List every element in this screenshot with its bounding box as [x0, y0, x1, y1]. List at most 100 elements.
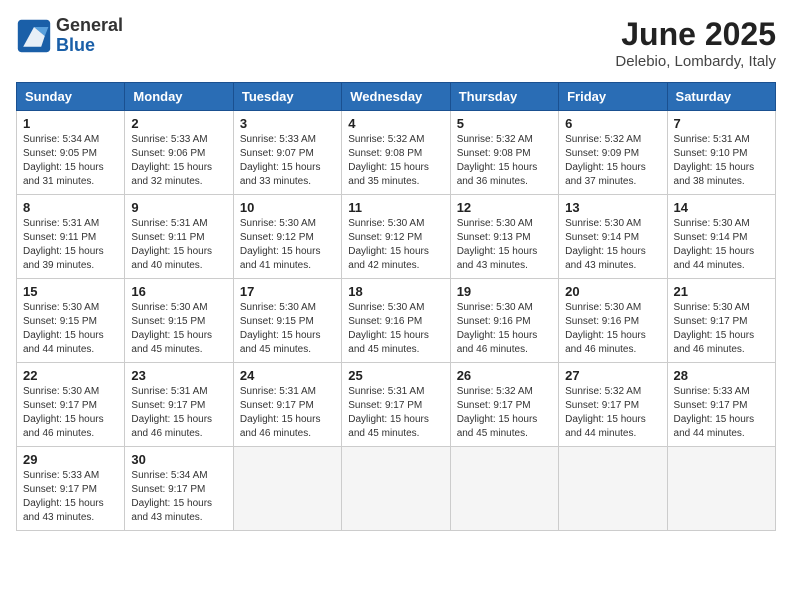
day-info: Sunrise: 5:31 AMSunset: 9:17 PMDaylight:…: [348, 385, 443, 441]
day-info: Sunrise: 5:30 AMSunset: 9:12 PMDaylight:…: [240, 217, 335, 273]
day-number: 28: [674, 368, 769, 383]
table-row: 25 Sunrise: 5:31 AMSunset: 9:17 PMDayligh…: [342, 363, 450, 447]
day-info: Sunrise: 5:30 AMSunset: 9:14 PMDaylight:…: [674, 217, 769, 273]
calendar-row: 29Sunrise: 5:33 AMSunset: 9:17 PMDayligh…: [17, 447, 776, 531]
day-info: Sunrise: 5:30 AMSunset: 9:13 PMDaylight:…: [457, 217, 552, 273]
header-saturday: Saturday: [667, 83, 775, 111]
table-row: 10Sunrise: 5:30 AMSunset: 9:12 PMDayligh…: [233, 195, 341, 279]
location-text: Delebio, Lombardy, Italy: [615, 53, 776, 70]
day-info: Sunrise: 5:30 AMSunset: 9:16 PMDaylight:…: [565, 301, 660, 357]
table-row: 19 Sunrise: 5:30 AMSunset: 9:16 PMDayligh…: [450, 279, 558, 363]
table-row: 2 Sunrise: 5:33 AMSunset: 9:06 PMDaylight…: [125, 111, 233, 195]
days-header-row: Sunday Monday Tuesday Wednesday Thursday…: [17, 83, 776, 111]
header-sunday: Sunday: [17, 83, 125, 111]
day-info: Sunrise: 5:30 AMSunset: 9:14 PMDaylight:…: [565, 217, 660, 273]
day-info: Sunrise: 5:32 AMSunset: 9:09 PMDaylight:…: [565, 133, 660, 189]
table-row: 17 Sunrise: 5:30 AMSunset: 9:15 PMDayligh…: [233, 279, 341, 363]
day-info: Sunrise: 5:30 AMSunset: 9:15 PMDaylight:…: [23, 301, 118, 357]
table-row: [233, 447, 341, 531]
table-row: [450, 447, 558, 531]
day-info: Sunrise: 5:32 AMSunset: 9:08 PMDaylight:…: [348, 133, 443, 189]
calendar-table: Sunday Monday Tuesday Wednesday Thursday…: [16, 82, 776, 531]
day-info: Sunrise: 5:32 AMSunset: 9:17 PMDaylight:…: [565, 385, 660, 441]
day-info: Sunrise: 5:31 AMSunset: 9:17 PMDaylight:…: [131, 385, 226, 441]
day-number: 16: [131, 284, 226, 299]
day-number: 2: [131, 116, 226, 131]
month-title: June 2025: [615, 16, 776, 53]
day-number: 17: [240, 284, 335, 299]
day-number: 20: [565, 284, 660, 299]
day-number: 11: [348, 200, 443, 215]
header-monday: Monday: [125, 83, 233, 111]
logo-blue-text: Blue: [56, 35, 95, 55]
day-number: 24: [240, 368, 335, 383]
calendar-row: 1Sunrise: 5:34 AMSunset: 9:05 PMDaylight…: [17, 111, 776, 195]
day-info: Sunrise: 5:33 AMSunset: 9:17 PMDaylight:…: [23, 469, 118, 525]
title-block: June 2025 Delebio, Lombardy, Italy: [615, 16, 776, 70]
calendar-row: 15 Sunrise: 5:30 AMSunset: 9:15 PMDayligh…: [17, 279, 776, 363]
table-row: 11 Sunrise: 5:30 AMSunset: 9:12 PMDayligh…: [342, 195, 450, 279]
table-row: 26 Sunrise: 5:32 AMSunset: 9:17 PMDayligh…: [450, 363, 558, 447]
table-row: 9 Sunrise: 5:31 AMSunset: 9:11 PMDaylight…: [125, 195, 233, 279]
calendar-row: 22 Sunrise: 5:30 AMSunset: 9:17 PMDayligh…: [17, 363, 776, 447]
header-tuesday: Tuesday: [233, 83, 341, 111]
table-row: 8Sunrise: 5:31 AMSunset: 9:11 PMDaylight…: [17, 195, 125, 279]
table-row: 23 Sunrise: 5:31 AMSunset: 9:17 PMDayligh…: [125, 363, 233, 447]
day-number: 6: [565, 116, 660, 131]
table-row: 28 Sunrise: 5:33 AMSunset: 9:17 PMDayligh…: [667, 363, 775, 447]
day-info: Sunrise: 5:30 AMSunset: 9:16 PMDaylight:…: [457, 301, 552, 357]
day-number: 9: [131, 200, 226, 215]
logo-general-text: General: [56, 15, 123, 35]
day-number: 23: [131, 368, 226, 383]
day-info: Sunrise: 5:31 AMSunset: 9:10 PMDaylight:…: [674, 133, 769, 189]
table-row: 4 Sunrise: 5:32 AMSunset: 9:08 PMDaylight…: [342, 111, 450, 195]
table-row: 7 Sunrise: 5:31 AMSunset: 9:10 PMDaylight…: [667, 111, 775, 195]
table-row: 24 Sunrise: 5:31 AMSunset: 9:17 PMDayligh…: [233, 363, 341, 447]
table-row: 27Sunrise: 5:32 AMSunset: 9:17 PMDayligh…: [559, 363, 667, 447]
day-info: Sunrise: 5:32 AMSunset: 9:17 PMDaylight:…: [457, 385, 552, 441]
day-info: Sunrise: 5:30 AMSunset: 9:15 PMDaylight:…: [240, 301, 335, 357]
day-info: Sunrise: 5:30 AMSunset: 9:16 PMDaylight:…: [348, 301, 443, 357]
header-thursday: Thursday: [450, 83, 558, 111]
day-number: 4: [348, 116, 443, 131]
table-row: 21 Sunrise: 5:30 AMSunset: 9:17 PMDayligh…: [667, 279, 775, 363]
table-row: 1Sunrise: 5:34 AMSunset: 9:05 PMDaylight…: [17, 111, 125, 195]
table-row: 3 Sunrise: 5:33 AMSunset: 9:07 PMDaylight…: [233, 111, 341, 195]
day-number: 22: [23, 368, 118, 383]
day-number: 3: [240, 116, 335, 131]
day-number: 21: [674, 284, 769, 299]
table-row: [559, 447, 667, 531]
day-info: Sunrise: 5:32 AMSunset: 9:08 PMDaylight:…: [457, 133, 552, 189]
table-row: 18Sunrise: 5:30 AMSunset: 9:16 PMDayligh…: [342, 279, 450, 363]
day-info: Sunrise: 5:31 AMSunset: 9:17 PMDaylight:…: [240, 385, 335, 441]
day-number: 25: [348, 368, 443, 383]
table-row: 29Sunrise: 5:33 AMSunset: 9:17 PMDayligh…: [17, 447, 125, 531]
day-number: 19: [457, 284, 552, 299]
day-info: Sunrise: 5:33 AMSunset: 9:07 PMDaylight:…: [240, 133, 335, 189]
table-row: 12 Sunrise: 5:30 AMSunset: 9:13 PMDayligh…: [450, 195, 558, 279]
table-row: 20 Sunrise: 5:30 AMSunset: 9:16 PMDayligh…: [559, 279, 667, 363]
day-number: 15: [23, 284, 118, 299]
table-row: 30Sunrise: 5:34 AMSunset: 9:17 PMDayligh…: [125, 447, 233, 531]
day-info: Sunrise: 5:31 AMSunset: 9:11 PMDaylight:…: [131, 217, 226, 273]
calendar-row: 8Sunrise: 5:31 AMSunset: 9:11 PMDaylight…: [17, 195, 776, 279]
day-info: Sunrise: 5:33 AMSunset: 9:06 PMDaylight:…: [131, 133, 226, 189]
day-number: 26: [457, 368, 552, 383]
table-row: 5 Sunrise: 5:32 AMSunset: 9:08 PMDaylight…: [450, 111, 558, 195]
day-number: 30: [131, 452, 226, 467]
table-row: 22 Sunrise: 5:30 AMSunset: 9:17 PMDayligh…: [17, 363, 125, 447]
table-row: 6 Sunrise: 5:32 AMSunset: 9:09 PMDaylight…: [559, 111, 667, 195]
day-info: Sunrise: 5:33 AMSunset: 9:17 PMDaylight:…: [674, 385, 769, 441]
day-number: 5: [457, 116, 552, 131]
table-row: 13Sunrise: 5:30 AMSunset: 9:14 PMDayligh…: [559, 195, 667, 279]
day-number: 7: [674, 116, 769, 131]
day-info: Sunrise: 5:30 AMSunset: 9:17 PMDaylight:…: [23, 385, 118, 441]
table-row: 14Sunrise: 5:30 AMSunset: 9:14 PMDayligh…: [667, 195, 775, 279]
page-header: General Blue June 2025 Delebio, Lombardy…: [16, 16, 776, 70]
logo-icon: [16, 18, 52, 54]
day-number: 1: [23, 116, 118, 131]
day-info: Sunrise: 5:30 AMSunset: 9:12 PMDaylight:…: [348, 217, 443, 273]
day-number: 12: [457, 200, 552, 215]
header-wednesday: Wednesday: [342, 83, 450, 111]
day-info: Sunrise: 5:30 AMSunset: 9:17 PMDaylight:…: [674, 301, 769, 357]
